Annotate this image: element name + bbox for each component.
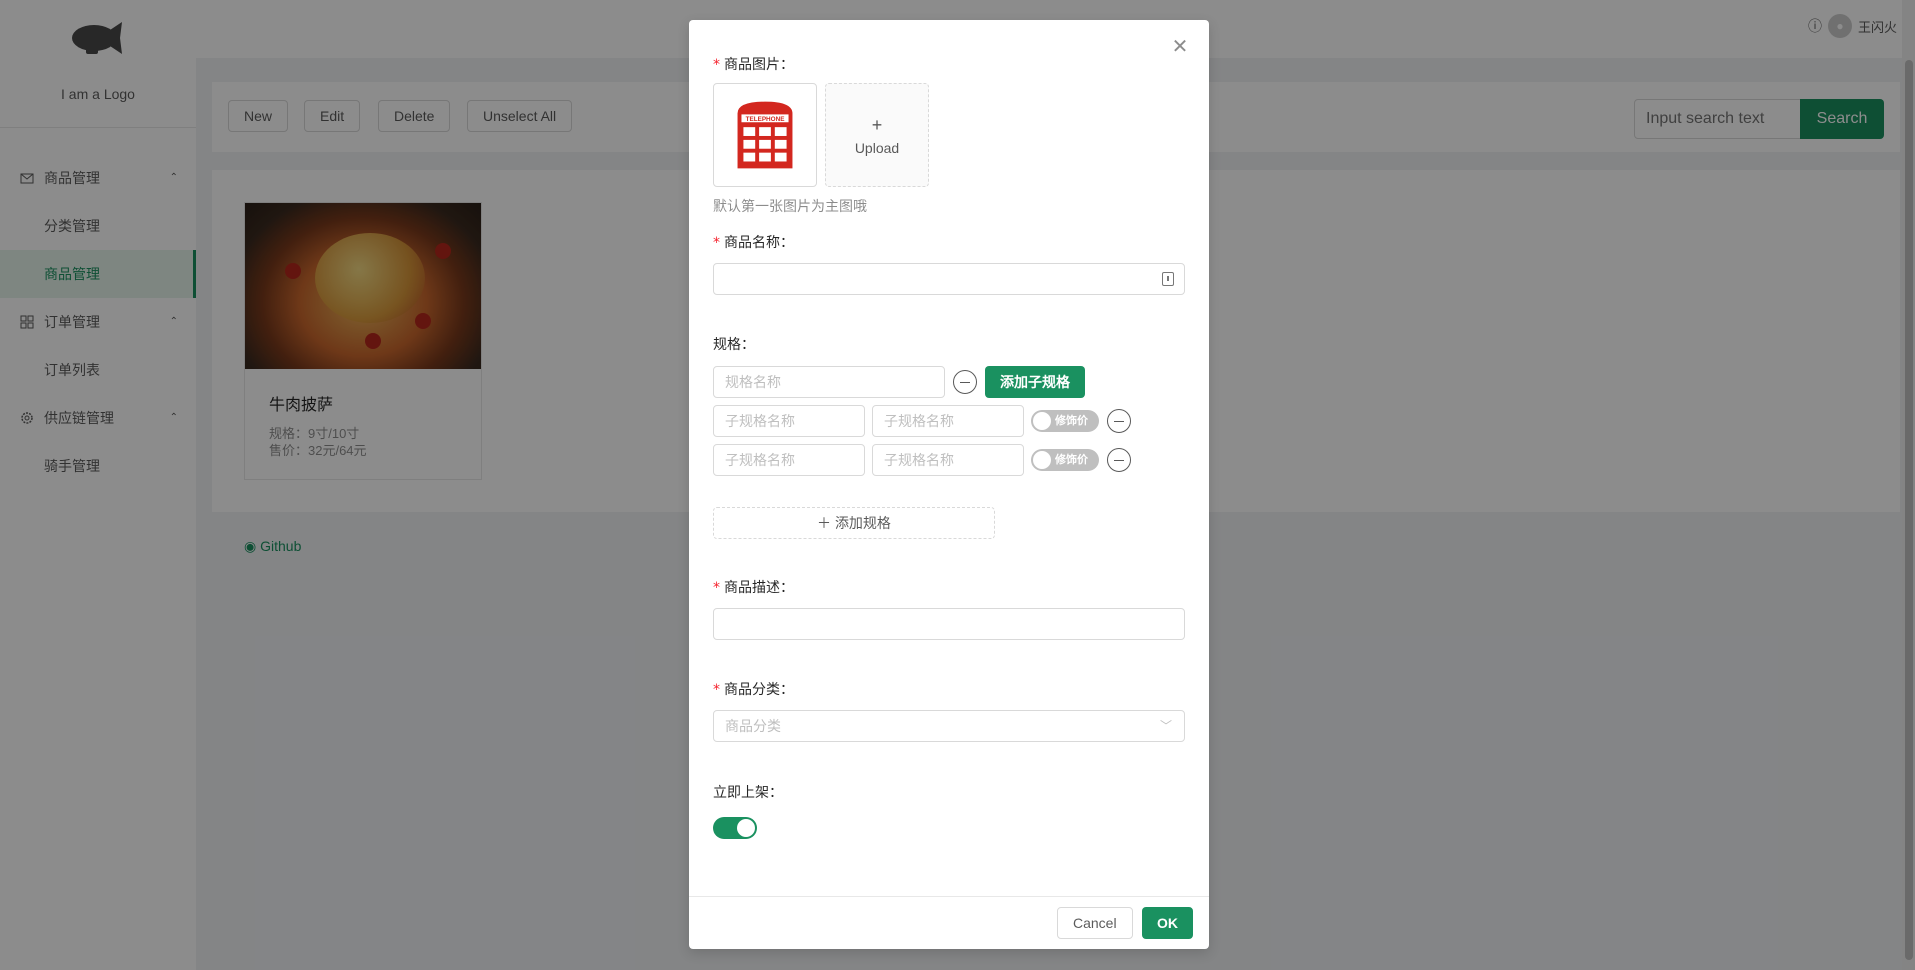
telephone-booth-icon: TELEPHONE <box>737 101 793 169</box>
publish-switch[interactable] <box>713 817 757 839</box>
uploaded-image-thumb[interactable]: TELEPHONE <box>713 83 817 187</box>
switch-knob <box>737 819 755 837</box>
modifier-price-switch[interactable]: 修饰价 <box>1031 410 1099 432</box>
remove-spec-icon[interactable] <box>953 370 977 394</box>
switch-knob <box>1033 451 1051 469</box>
modal-footer: Cancel OK <box>689 896 1209 949</box>
add-spec-label: 添加规格 <box>834 515 891 531</box>
ok-button[interactable]: OK <box>1142 907 1193 939</box>
product-edit-modal: ✕ * 商品图片： TELEPHONE + Upload 默认第一张图片为主图哦 … <box>689 20 1209 949</box>
sub-spec-name-input[interactable]: 子规格名称 <box>713 444 865 476</box>
plus-icon: + <box>871 115 883 135</box>
input-info-icon <box>1162 272 1174 286</box>
modifier-price-label: 修饰价 <box>1055 454 1088 466</box>
product-image-label: * 商品图片： <box>713 56 794 73</box>
svg-text:TELEPHONE: TELEPHONE <box>746 116 785 123</box>
product-name-input[interactable] <box>713 263 1185 295</box>
product-desc-label: * 商品描述： <box>713 579 794 596</box>
image-hint: 默认第一张图片为主图哦 <box>713 198 867 214</box>
plus-icon: ＋ <box>817 515 832 531</box>
cancel-button[interactable]: Cancel <box>1057 907 1133 939</box>
required-mark: * <box>713 580 720 596</box>
spec-name-input[interactable]: 规格名称 <box>713 366 945 398</box>
required-mark: * <box>713 682 720 698</box>
chevron-down-icon: ﹀ <box>1159 719 1172 733</box>
sub-spec-price-input[interactable]: 子规格名称 <box>872 444 1024 476</box>
category-placeholder: 商品分类 <box>725 718 781 734</box>
remove-sub-spec-icon[interactable] <box>1107 409 1131 433</box>
sub-spec-name-input[interactable]: 子规格名称 <box>713 405 865 437</box>
add-sub-spec-button[interactable]: 添加子规格 <box>985 366 1085 398</box>
add-spec-button[interactable]: ＋ 添加规格 <box>713 507 995 539</box>
required-mark: * <box>713 235 720 251</box>
modifier-price-switch[interactable]: 修饰价 <box>1031 449 1099 471</box>
product-category-label: * 商品分类： <box>713 681 794 698</box>
product-desc-input[interactable] <box>713 608 1185 640</box>
close-icon[interactable]: ✕ <box>1169 36 1191 58</box>
sub-spec-price-input[interactable]: 子规格名称 <box>872 405 1024 437</box>
spec-label: 规格： <box>713 336 755 352</box>
upload-label: Upload <box>854 140 900 156</box>
remove-sub-spec-icon[interactable] <box>1107 448 1131 472</box>
product-category-select[interactable]: 商品分类 ﹀ <box>713 710 1185 742</box>
modifier-price-label: 修饰价 <box>1055 415 1088 427</box>
product-name-label: * 商品名称： <box>713 234 794 251</box>
switch-knob <box>1033 412 1051 430</box>
publish-label: 立即上架： <box>713 784 783 800</box>
upload-button[interactable]: + Upload <box>825 83 929 187</box>
required-mark: * <box>713 57 720 73</box>
